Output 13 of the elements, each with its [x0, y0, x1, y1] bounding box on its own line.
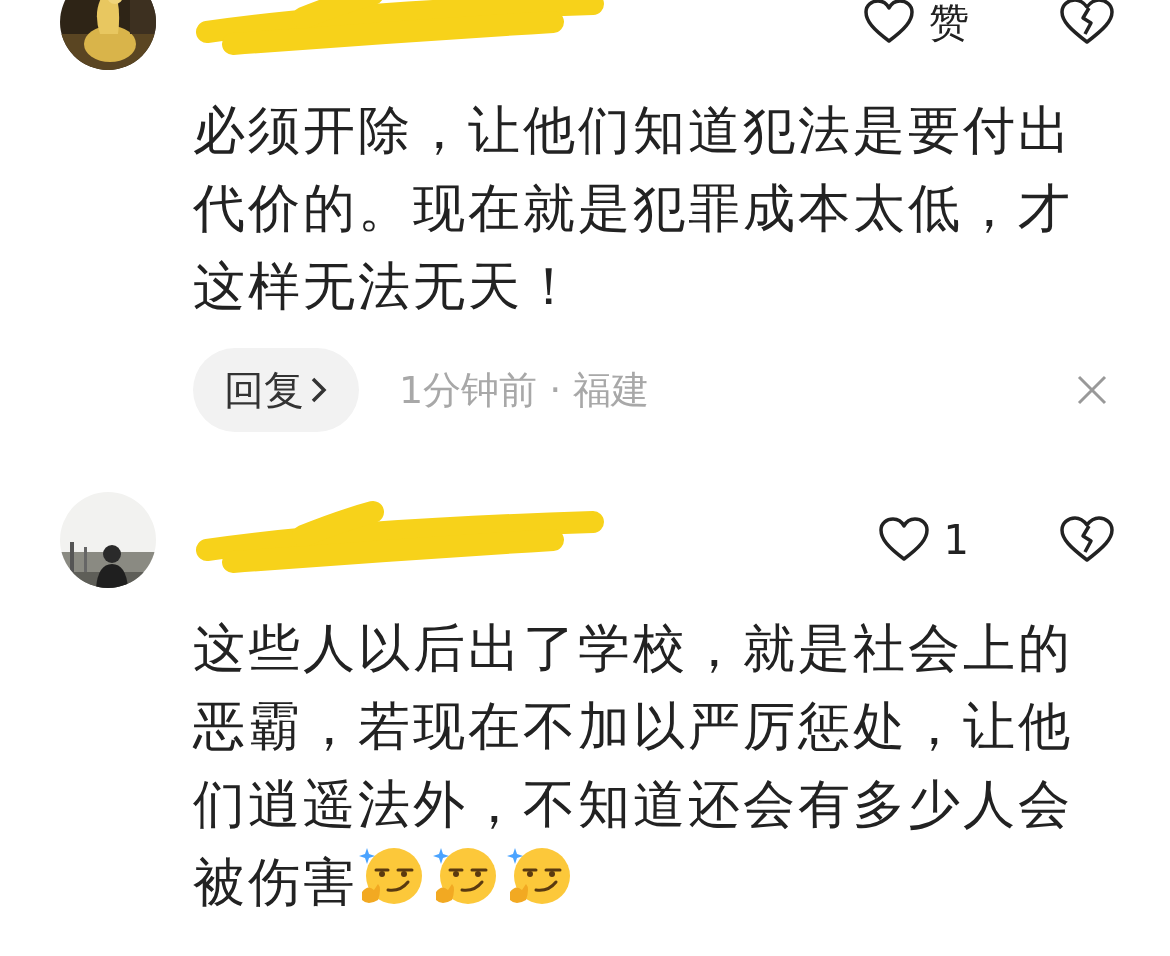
- comment-meta: 1分钟前 · 福建: [399, 366, 651, 414]
- chevron-right-icon: [310, 376, 328, 404]
- comment-text: 这些人以后出了学校，就是社会上的恶霸，若现在不加以严厉惩处，让他们逍遥法外，不知道还会有多少人会被伤害: [193, 617, 1074, 914]
- dislike-button[interactable]: [1059, 0, 1115, 46]
- dislike-button[interactable]: [1059, 516, 1115, 564]
- like-button[interactable]: 1: [877, 517, 969, 563]
- comment-text: 必须开除，让他们知道犯法是要付出代价的。现在就是犯罪成本太低，才这样无法无天！: [193, 99, 1074, 318]
- broken-heart-icon: [1059, 516, 1115, 564]
- reply-button[interactable]: 回复: [193, 348, 359, 432]
- like-button[interactable]: 赞: [863, 0, 969, 50]
- broken-heart-icon: [1059, 0, 1115, 46]
- close-icon: [1075, 373, 1109, 407]
- close-button[interactable]: [1075, 373, 1109, 407]
